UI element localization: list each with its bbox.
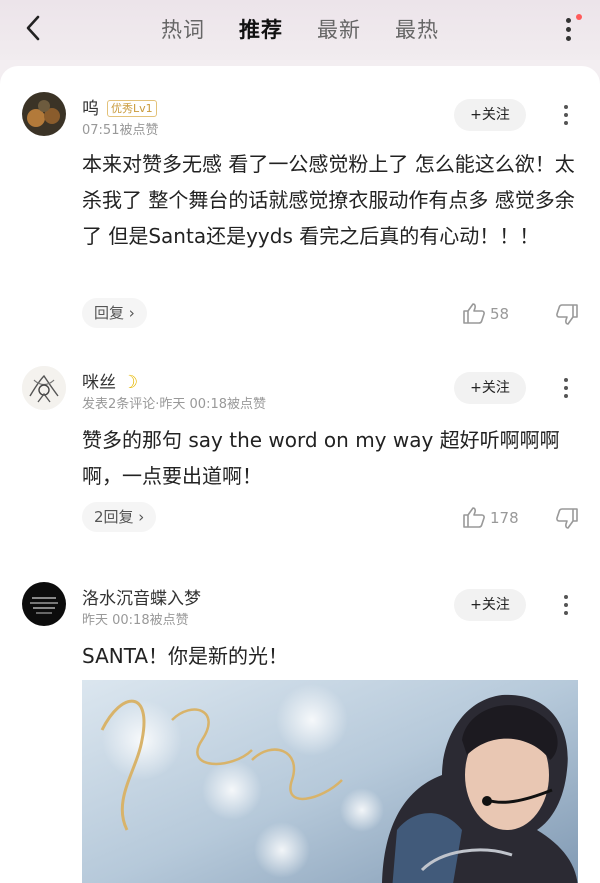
comment-meta: 07:51被点赞 — [82, 123, 159, 138]
avatar[interactable] — [22, 366, 66, 410]
thumbs-down-icon[interactable] — [555, 508, 579, 532]
comment-photo[interactable] — [82, 680, 578, 883]
follow-button[interactable]: +关注 — [454, 589, 526, 621]
thumbs-up-icon — [463, 303, 485, 324]
comment-text: SANTA！你是新的光！ — [82, 644, 289, 668]
username-text[interactable]: 咪丝 — [82, 373, 116, 393]
reply-button[interactable]: 2回复 › — [82, 502, 157, 532]
moon-icon: ☽ — [122, 372, 139, 393]
tab-bar: 热词 推荐 最新 最热 — [0, 14, 600, 44]
username-text[interactable]: 洛水沉音蝶入梦 — [82, 589, 201, 609]
top-nav-bar: 热词 推荐 最新 最热 — [0, 0, 600, 60]
comment-meta: 发表2条评论·昨天 00:18被点赞 — [82, 397, 266, 412]
more-vertical-icon[interactable] — [556, 100, 576, 130]
follow-button[interactable]: +关注 — [454, 99, 526, 131]
thumbs-up-icon — [463, 507, 485, 528]
avatar[interactable] — [22, 92, 66, 136]
tab-latest[interactable]: 最新 — [317, 14, 361, 44]
like-count: 178 — [490, 509, 519, 527]
like-button[interactable]: 178 — [462, 506, 522, 530]
comment-text: 赞多的那句 say the word on my way 超好听啊啊啊啊，一点要… — [82, 428, 560, 488]
level-badge: 优秀Lv1 — [107, 100, 157, 117]
tab-hot-words[interactable]: 热词 — [161, 14, 205, 44]
username[interactable]: 洛水沉音蝶入梦 — [82, 584, 201, 609]
follow-button[interactable]: +关注 — [454, 372, 526, 404]
thumbs-down-icon[interactable] — [555, 304, 579, 328]
more-vertical-icon[interactable] — [556, 590, 576, 620]
comment-meta: 昨天 00:18被点赞 — [82, 613, 189, 628]
tab-hottest[interactable]: 最热 — [395, 14, 439, 44]
comment-text: 本来对赞多无感 看了一公感觉粉上了 怎么能这么欲！太杀我了 整个舞台的话就感觉撩… — [82, 152, 575, 248]
notification-dot — [576, 14, 582, 20]
username-text[interactable]: 呜 — [82, 99, 99, 119]
more-vertical-icon[interactable] — [556, 373, 576, 403]
tab-recommended[interactable]: 推荐 — [239, 14, 283, 44]
like-count: 58 — [490, 305, 510, 323]
avatar[interactable] — [22, 582, 66, 626]
like-button[interactable]: 58 — [462, 302, 522, 326]
username[interactable]: 呜优秀Lv1 — [82, 94, 157, 119]
username[interactable]: 咪丝 ☽ — [82, 368, 138, 393]
reply-button[interactable]: 回复 › — [82, 298, 147, 328]
